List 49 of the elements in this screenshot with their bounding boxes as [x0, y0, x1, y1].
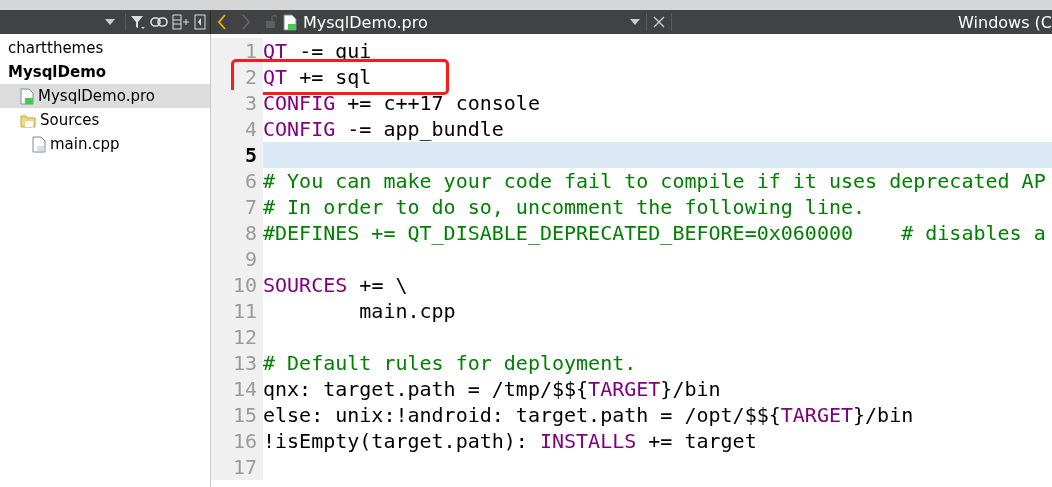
line-number: 3 [211, 90, 263, 116]
document-title[interactable]: MysqlDemo.pro [303, 12, 428, 32]
tree-item[interactable]: MysqlDemo [0, 60, 210, 84]
code-line: SOURCES += \ [263, 272, 408, 298]
filter-icon[interactable] [130, 14, 146, 30]
lock-icon [265, 15, 277, 29]
pro-file-icon [283, 13, 297, 31]
folder-icon [20, 112, 36, 128]
split-icon[interactable] [172, 14, 190, 30]
tree-item[interactable]: main.cpp [0, 132, 210, 156]
back-icon[interactable] [217, 14, 227, 30]
line-number: 16 [211, 428, 263, 454]
line-number: 13 [211, 350, 263, 376]
line-number: 9 [211, 246, 263, 272]
code-line: !isEmpty(target.path): INSTALLS += target [263, 428, 757, 454]
line-number: 12 [211, 324, 263, 350]
line-number: 7 [211, 194, 263, 220]
encoding-label[interactable]: Windows (C [958, 12, 1052, 32]
close-icon[interactable] [652, 16, 665, 28]
close-sidebar-icon[interactable] [194, 14, 206, 30]
line-number: 2 [211, 64, 263, 90]
line-number: 15 [211, 402, 263, 428]
caret-icon[interactable] [629, 19, 640, 25]
code-line: qnx: target.path = /tmp/$${TARGET}/bin [263, 376, 721, 402]
line-number: 8 [211, 220, 263, 246]
code-line: CONFIG -= app_bundle [263, 116, 504, 142]
line-number: 14 [211, 376, 263, 402]
line-number: 11 [211, 298, 263, 324]
caret-icon[interactable] [105, 19, 115, 25]
code-line: # In order to do so, uncomment the following line. [263, 194, 866, 220]
cpp-file-icon [32, 135, 46, 153]
line-number: 17 [211, 454, 263, 480]
code-line: CONFIG += c++17 console [263, 90, 540, 116]
code-line: else: unix:!android: target.path = /opt/$${TARGET}/bin [263, 402, 914, 428]
code-line: # Default rules for deployment. [263, 350, 637, 376]
code-line: QT += sql [263, 64, 372, 90]
link-icon[interactable] [150, 16, 168, 28]
pro-file-icon [20, 87, 34, 105]
line-number: 6 [211, 168, 263, 194]
tree-item[interactable]: Sources [0, 108, 210, 132]
code-line: # You can make your code fail to compile if it uses deprecated AP [263, 168, 1046, 194]
line-number: 4 [211, 116, 263, 142]
tree-item[interactable]: MysqlDemo.pro [0, 84, 210, 108]
tree-item[interactable]: chartthemes [0, 36, 210, 60]
line-number: 1 [211, 38, 263, 64]
code-line: #DEFINES += QT_DISABLE_DEPRECATED_BEFORE=0x060000 # disables a [263, 220, 1046, 246]
line-number: 10 [211, 272, 263, 298]
code-line: main.cpp [358, 298, 456, 324]
line-number: 5 [211, 142, 263, 168]
